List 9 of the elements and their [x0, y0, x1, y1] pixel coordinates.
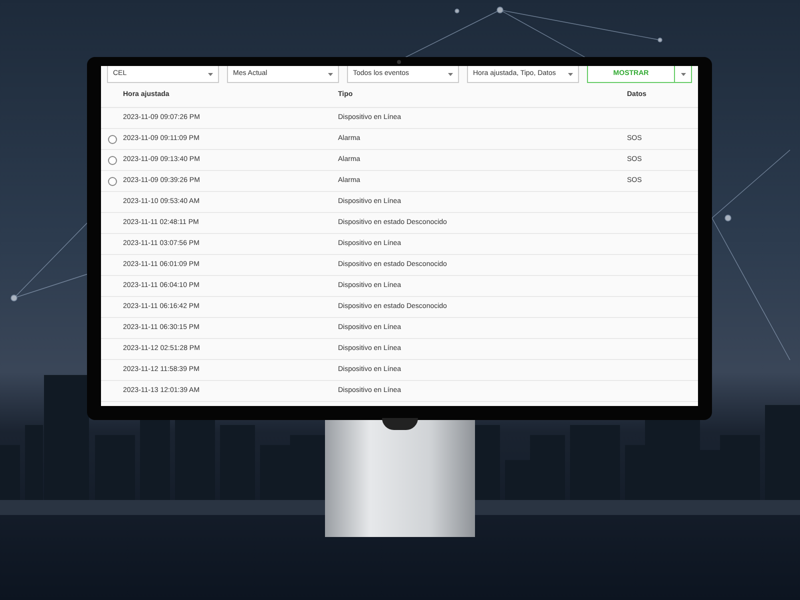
- radio-button[interactable]: [108, 134, 116, 144]
- camera-icon: [397, 60, 401, 64]
- caret-icon: [680, 72, 686, 76]
- caret-icon: [568, 72, 573, 76]
- radio-button[interactable]: [108, 176, 116, 186]
- radio-button[interactable]: [108, 156, 116, 164]
- caret-icon: [448, 72, 453, 76]
- caret-icon: [328, 72, 333, 76]
- caret-icon: [208, 72, 213, 76]
